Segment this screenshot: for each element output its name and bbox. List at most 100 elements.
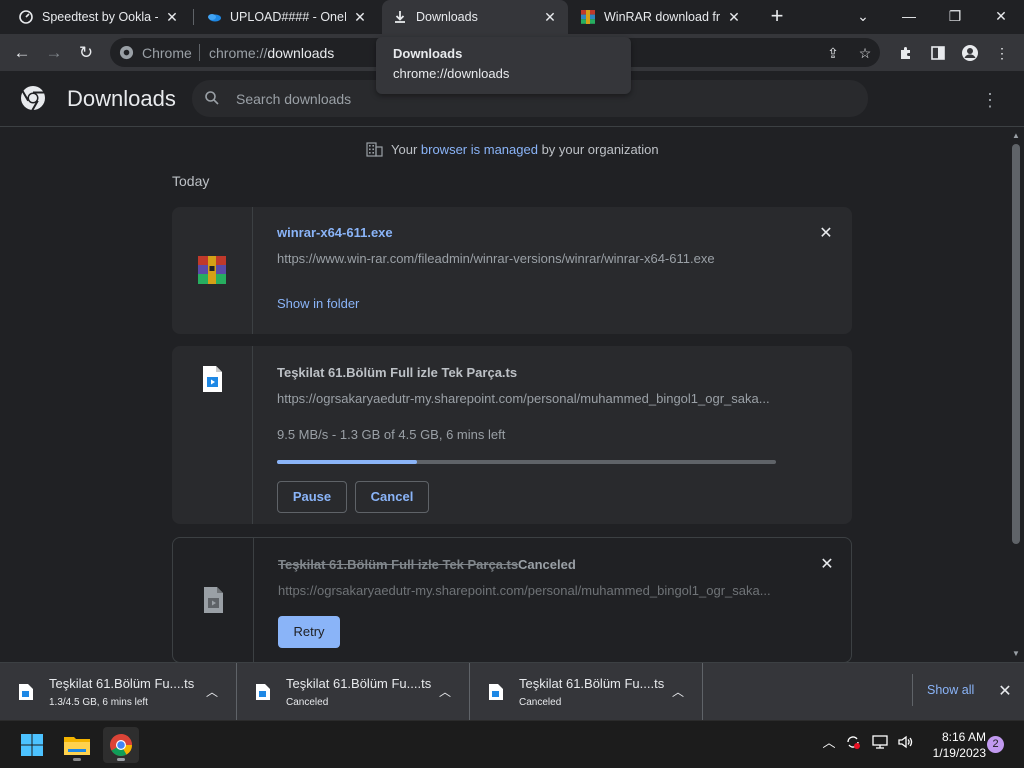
maximize-icon[interactable]: ❐ (932, 0, 978, 34)
file-url: https://ogrsakaryaedutr-my.sharepoint.co… (277, 391, 770, 406)
profile-avatar-icon[interactable] (959, 42, 981, 64)
system-clock[interactable]: 8:16 AM 1/19/2023 (922, 729, 986, 761)
video-file-icon (489, 684, 503, 700)
scroll-up-icon[interactable]: ▲ (1012, 131, 1020, 140)
bookmark-star-icon[interactable]: ☆ (856, 44, 874, 62)
sync-icon[interactable] (844, 733, 862, 753)
remove-close-icon[interactable]: ✕ (818, 226, 834, 242)
chrome-logo-icon (21, 86, 45, 111)
download-icon (395, 11, 405, 23)
tab-winrar[interactable]: WinRAR download free ✕ (570, 0, 752, 34)
shelf-file-name: Teşkilat 61.Bölüm Fu....ts (49, 676, 195, 691)
chevron-up-icon[interactable]: ︿ (670, 683, 686, 699)
window-close-icon[interactable]: ✕ (978, 0, 1024, 34)
tab-speedtest[interactable]: Speedtest by Ookla - T ✕ (8, 0, 190, 34)
side-panel-icon[interactable] (927, 42, 949, 64)
file-url: https://www.win-rar.com/fileadmin/winrar… (277, 251, 715, 266)
chrome-site-icon (119, 45, 134, 60)
more-actions-icon[interactable]: ⋮ (978, 88, 1002, 112)
url-prefix: chrome:// (209, 45, 268, 61)
downloads-list: Your browser is managed by your organiza… (0, 127, 1008, 662)
winrar-icon (581, 10, 595, 24)
scrollbar[interactable]: ▲ ▼ (1008, 127, 1024, 662)
running-indicator (117, 758, 125, 761)
tooltip-url: chrome://downloads (393, 66, 510, 81)
tab-title: Speedtest by Ookla - T (42, 10, 158, 24)
shelf-item[interactable]: Teşkilat 61.Bölüm Fu....ts 1.3/4.5 GB, 6… (0, 663, 237, 721)
back-icon[interactable]: ← (9, 40, 35, 66)
download-item: winrar-x64-611.exe https://www.win-rar.c… (172, 207, 852, 334)
video-file-icon (256, 684, 270, 700)
tab-separator (193, 9, 194, 25)
windows-taskbar: ︿ 8:16 AM 1/19/2023 2 (0, 720, 1024, 768)
shelf-item[interactable]: Teşkilat 61.Bölüm Fu....ts Canceled ︿ (237, 663, 470, 721)
extensions-puzzle-icon[interactable] (895, 42, 917, 64)
omnibox-chip: Chrome (142, 45, 192, 61)
chrome-menu-icon[interactable]: ⋮ (991, 42, 1013, 64)
tab-hover-tooltip: Downloads chrome://downloads (376, 37, 631, 94)
download-status: 9.5 MB/s - 1.3 GB of 4.5 GB, 6 mins left (277, 427, 506, 442)
reload-icon[interactable]: ↻ (73, 40, 99, 66)
volume-icon[interactable] (896, 733, 914, 753)
running-indicator (73, 758, 81, 761)
tab-title: UPLOAD#### - OneDri (230, 10, 346, 24)
file-name: Teşkilat 61.Bölüm Full izle Tek Parça.ts (278, 557, 519, 572)
page-title: Downloads (67, 86, 176, 111)
managed-prefix: Your (391, 141, 421, 157)
chevron-up-icon[interactable]: ︿ (437, 683, 453, 699)
new-tab-plus-icon[interactable]: + (765, 5, 789, 29)
chevron-up-icon[interactable]: ︿ (204, 683, 220, 699)
show-all-button[interactable]: Show all (912, 674, 984, 706)
winrar-file-icon (198, 256, 226, 284)
retry-button[interactable]: Retry (278, 616, 340, 648)
network-icon[interactable] (871, 733, 889, 753)
speedtest-icon (19, 10, 33, 24)
video-file-icon (19, 684, 33, 700)
tooltip-title: Downloads (393, 46, 463, 61)
forward-icon[interactable]: → (41, 40, 67, 66)
shelf-status: Canceled (519, 697, 562, 708)
tab-title: Downloads (416, 10, 478, 24)
download-item: Teşkilat 61.Bölüm Full izle Tek Parça.ts… (172, 346, 852, 524)
notification-badge[interactable]: 2 (987, 736, 1004, 753)
tray-chevron-up-icon[interactable]: ︿ (820, 733, 838, 753)
file-name-link[interactable]: winrar-x64-611.exe (277, 225, 393, 240)
omnibox-url[interactable]: chrome://downloads (209, 45, 334, 61)
tab-search-chevron-icon[interactable]: ⌄ (840, 0, 886, 34)
show-in-folder-link[interactable]: Show in folder (277, 296, 359, 311)
scroll-down-icon[interactable]: ▼ (1012, 649, 1020, 658)
managed-suffix: by your organization (537, 141, 659, 157)
download-shelf: Teşkilat 61.Bölüm Fu....ts 1.3/4.5 GB, 6… (0, 662, 1024, 721)
share-icon[interactable]: ⇪ (824, 44, 842, 62)
shelf-close-icon[interactable]: ✕ (996, 683, 1014, 701)
scroll-thumb[interactable] (1012, 144, 1020, 544)
progress-fill (277, 460, 417, 464)
video-file-icon (204, 587, 223, 613)
close-icon[interactable]: ✕ (726, 9, 742, 25)
windows-start-icon[interactable] (14, 727, 50, 763)
close-icon[interactable]: ✕ (542, 9, 558, 25)
file-url: https://ogrsakaryaedutr-my.sharepoint.co… (278, 583, 771, 598)
tab-onedrive[interactable]: UPLOAD#### - OneDri ✕ (196, 0, 378, 34)
shelf-file-name: Teşkilat 61.Bölüm Fu....ts (519, 676, 665, 691)
tab-downloads[interactable]: Downloads ✕ (382, 0, 568, 34)
minimize-icon[interactable]: — (886, 0, 932, 34)
clock-time: 8:16 AM (941, 730, 986, 744)
cancel-button[interactable]: Cancel (355, 481, 429, 513)
close-icon[interactable]: ✕ (352, 9, 368, 25)
url-host: downloads (267, 45, 335, 61)
pause-button[interactable]: Pause (277, 481, 347, 513)
file-explorer-icon[interactable] (59, 727, 95, 763)
chrome-taskbar-icon[interactable] (103, 727, 139, 763)
managed-link[interactable]: browser is managed (421, 142, 538, 157)
managed-notice: Your browser is managed by your organiza… (366, 141, 659, 157)
date-heading: Today (172, 173, 210, 189)
canceled-label: Canceled (518, 557, 576, 572)
shelf-item[interactable]: Teşkilat 61.Bölüm Fu....ts Canceled ︿ (470, 663, 703, 721)
building-icon (366, 142, 383, 157)
close-icon[interactable]: ✕ (164, 9, 180, 25)
shelf-status: 1.3/4.5 GB, 6 mins left (49, 697, 148, 708)
shelf-file-name: Teşkilat 61.Bölüm Fu....ts (286, 676, 432, 691)
card-divider (253, 538, 254, 662)
remove-close-icon[interactable]: ✕ (819, 557, 835, 573)
